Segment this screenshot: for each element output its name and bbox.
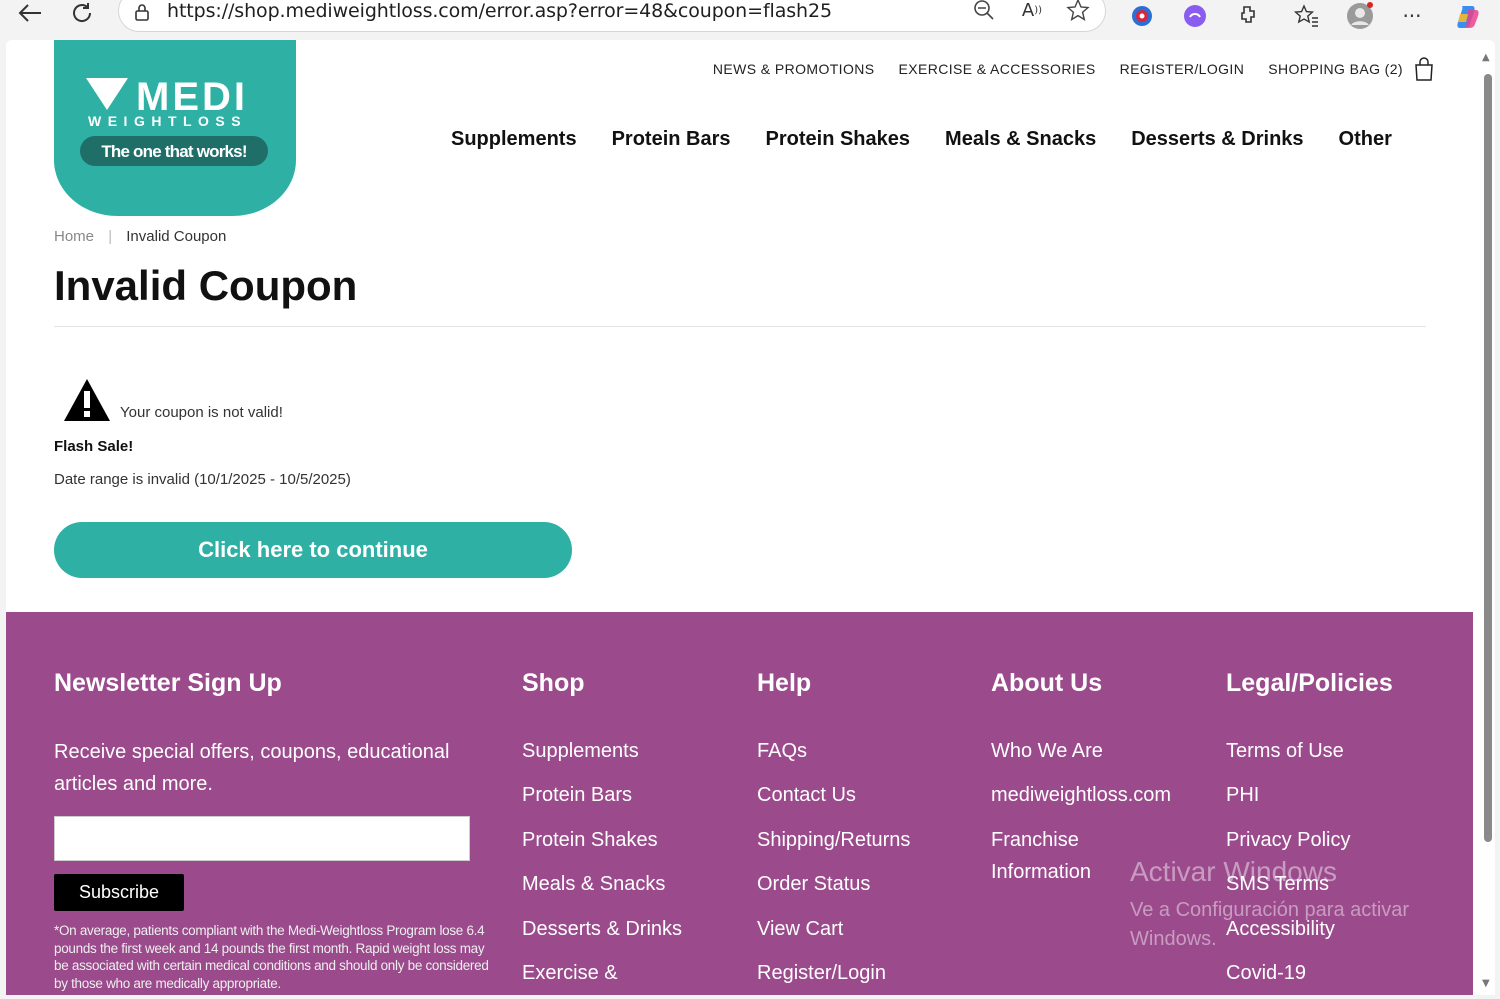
footer-disclaimer: *On average, patients compliant with the…	[54, 923, 489, 991]
profile-icon[interactable]	[1346, 2, 1374, 30]
footer-link[interactable]: Meals & Snacks	[522, 873, 665, 896]
url-text[interactable]: https://shop.mediweightloss.com/error.as…	[167, 0, 832, 22]
footer-heading-about: About Us	[991, 669, 1103, 697]
copilot-icon[interactable]	[1454, 2, 1482, 30]
newsletter-email-input[interactable]	[54, 816, 470, 861]
favorite-star-icon[interactable]	[1063, 0, 1093, 25]
windows-activation-subtext: Ve a Configuración para activar Windows.	[1130, 896, 1409, 954]
date-range-message: Date range is invalid (10/1/2025 - 10/5/…	[54, 471, 351, 488]
footer-link[interactable]: Information	[991, 861, 1091, 884]
medi-weightloss-logo[interactable]: MEDI WEIGHTLOSS The one that works!	[54, 40, 296, 216]
zoom-out-icon[interactable]	[969, 0, 999, 25]
nav-supplements[interactable]: Supplements	[451, 128, 577, 151]
subscribe-button[interactable]: Subscribe	[54, 874, 184, 911]
scroll-thumb[interactable]	[1484, 74, 1492, 842]
footer-link[interactable]: Covid-19	[1226, 962, 1306, 985]
footer-link[interactable]: Exercise &	[522, 962, 618, 985]
watermark-line: Ve a Configuración para activar	[1130, 899, 1410, 921]
windows-activation-watermark: Activar Windows	[1130, 856, 1337, 887]
coupon-error-text: Your coupon is not valid!	[120, 404, 283, 421]
extension-icon[interactable]	[1181, 2, 1209, 30]
watermark-line: Windows.	[1130, 928, 1217, 950]
footer-link[interactable]: Privacy Policy	[1226, 829, 1350, 852]
footer-link[interactable]: Terms of Use	[1226, 740, 1344, 763]
nav-other[interactable]: Other	[1339, 128, 1392, 151]
browser-toolbar: https://shop.mediweightloss.com/error.as…	[0, 0, 1500, 40]
footer-heading-help: Help	[757, 669, 812, 697]
footer-link[interactable]: Register/Login	[757, 962, 886, 985]
footer-link[interactable]: Who We Are	[991, 740, 1103, 763]
util-link-shopping-bag[interactable]: SHOPPING BAG (2)	[1268, 61, 1403, 77]
breadcrumb-current: Invalid Coupon	[126, 228, 227, 245]
footer-link[interactable]: PHI	[1226, 784, 1259, 807]
shopping-bag-icon[interactable]	[1413, 57, 1435, 81]
address-bar[interactable]: https://shop.mediweightloss.com/error.as…	[118, 0, 1106, 32]
breadcrumb: Home | Invalid Coupon	[54, 228, 226, 245]
extension-icon[interactable]	[1233, 2, 1261, 30]
back-icon[interactable]	[14, 0, 46, 26]
footer-link[interactable]: Contact Us	[757, 784, 856, 807]
sale-name: Flash Sale!	[54, 438, 134, 455]
breadcrumb-separator: |	[108, 228, 113, 245]
footer-link[interactable]: Shipping/Returns	[757, 829, 910, 852]
logo-tagline: The one that works!	[101, 142, 247, 161]
footer-link[interactable]: Order Status	[757, 873, 870, 896]
footer: Newsletter Sign Up Receive special offer…	[6, 612, 1473, 995]
footer-heading-shop: Shop	[522, 669, 585, 697]
util-link-register[interactable]: REGISTER/LOGIN	[1120, 61, 1245, 77]
extension-icon[interactable]	[1128, 2, 1156, 30]
scroll-down-icon[interactable]: ▼	[1482, 979, 1492, 989]
nav-meals-snacks[interactable]: Meals & Snacks	[945, 128, 1096, 151]
continue-button[interactable]: Click here to continue	[54, 522, 572, 578]
page-title: Invalid Coupon	[54, 262, 358, 309]
footer-heading-newsletter: Newsletter Sign Up	[54, 669, 282, 697]
footer-heading-legal: Legal/Policies	[1226, 669, 1393, 697]
page-scrollbar[interactable]: ▲ ▼	[1479, 52, 1495, 992]
util-link-news[interactable]: NEWS & PROMOTIONS	[713, 61, 875, 77]
footer-link[interactable]: View Cart	[757, 918, 843, 941]
more-icon[interactable]: ···	[1398, 2, 1426, 30]
footer-link[interactable]: Supplements	[522, 740, 639, 763]
footer-link[interactable]: Franchise	[991, 829, 1079, 852]
newsletter-description: Receive special offers, coupons, educati…	[54, 741, 450, 795]
footer-link[interactable]: Protein Shakes	[522, 829, 658, 852]
warning-icon	[64, 379, 110, 421]
utility-nav: NEWS & PROMOTIONS EXERCISE & ACCESSORIES…	[713, 57, 1435, 81]
lock-icon[interactable]	[133, 3, 151, 21]
main-nav: Supplements Protein Bars Protein Shakes …	[451, 128, 1392, 151]
scroll-up-icon[interactable]: ▲	[1482, 53, 1492, 63]
read-aloud-icon[interactable]: A))	[1017, 0, 1047, 25]
logo-subword: WEIGHTLOSS	[88, 113, 247, 129]
nav-protein-shakes[interactable]: Protein Shakes	[766, 128, 911, 151]
nav-protein-bars[interactable]: Protein Bars	[612, 128, 731, 151]
refresh-icon[interactable]	[66, 0, 98, 26]
footer-link[interactable]: Desserts & Drinks	[522, 918, 682, 941]
page-viewport: MEDI WEIGHTLOSS The one that works! NEWS…	[6, 40, 1495, 995]
breadcrumb-home[interactable]: Home	[54, 228, 94, 245]
footer-link[interactable]: FAQs	[757, 740, 807, 763]
footer-link[interactable]: Protein Bars	[522, 784, 632, 807]
divider	[54, 326, 1426, 327]
nav-desserts-drinks[interactable]: Desserts & Drinks	[1131, 128, 1303, 151]
util-link-exercise[interactable]: EXERCISE & ACCESSORIES	[899, 61, 1096, 77]
favorites-icon[interactable]	[1293, 2, 1321, 30]
footer-link[interactable]: mediweightloss.com	[991, 784, 1171, 807]
